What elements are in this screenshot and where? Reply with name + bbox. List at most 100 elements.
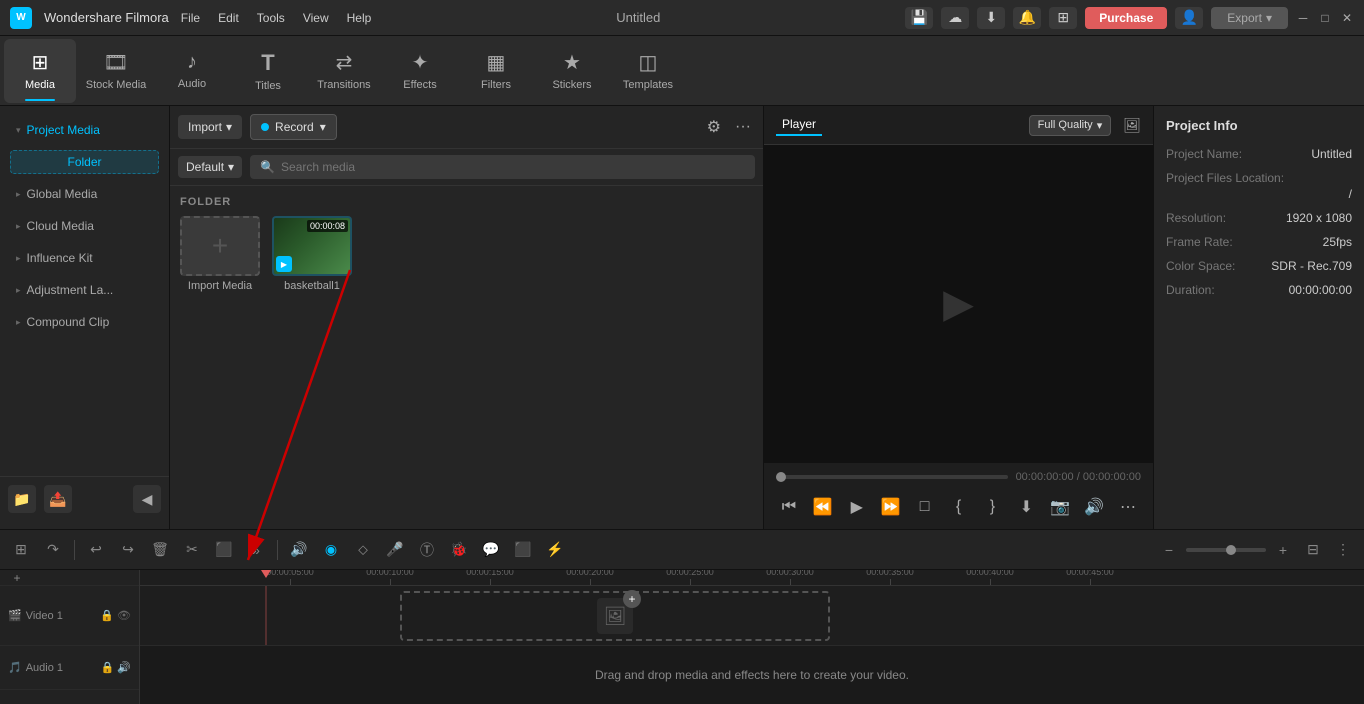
notification-icon-btn[interactable]: 🔔 <box>1013 7 1041 29</box>
tool-stickers[interactable]: ★ Stickers <box>536 39 608 103</box>
skip-back-button[interactable]: ⏮ <box>776 493 802 521</box>
zoom-slider[interactable] <box>1186 548 1266 552</box>
loop-button[interactable]: □ <box>912 493 938 521</box>
timeline-undo-btn[interactable]: ↩ <box>83 537 109 563</box>
search-input[interactable] <box>281 160 745 174</box>
timeline-voice-btn[interactable]: 🎤 <box>382 537 408 563</box>
tool-media[interactable]: ⊞ Media <box>4 39 76 103</box>
timeline-audio-btn[interactable]: 🔊 <box>286 537 312 563</box>
mark-in-button[interactable]: { <box>946 493 972 521</box>
download-icon-btn[interactable]: ⬇ <box>977 7 1005 29</box>
sidebar-collapse-button[interactable]: ◀ <box>133 485 161 513</box>
filter-icon-btn[interactable]: ⚙ <box>703 115 725 139</box>
timeline-crop-btn[interactable]: ⬛ <box>211 537 237 563</box>
tool-filters[interactable]: ▦ Filters <box>460 39 532 103</box>
export-button[interactable]: Export ▾ <box>1211 7 1288 29</box>
timeline-more-btn[interactable]: » <box>243 537 269 563</box>
timeline-effect-btn[interactable]: 🐞 <box>446 537 472 563</box>
timeline-speed-btn[interactable]: ⚡ <box>542 537 568 563</box>
timeline-cut-btn[interactable]: ✂ <box>179 537 205 563</box>
info-colorspace-value: SDR - Rec.709 <box>1271 259 1352 273</box>
tool-stock-media[interactable]: 🎞 Stock Media <box>80 39 152 103</box>
total-time: 00:00:00:00 <box>1083 471 1141 483</box>
zoom-in-btn[interactable]: + <box>1270 537 1296 563</box>
player-snapshot-icon[interactable]: 🖼 <box>1123 117 1141 134</box>
track-hide-btn[interactable]: 👁 <box>117 609 131 622</box>
mark-out-button[interactable]: } <box>979 493 1005 521</box>
snapshot-button[interactable]: 📷 <box>1047 493 1073 521</box>
import-label: Import <box>188 120 222 134</box>
timeline-delete-btn[interactable]: 🗑 <box>147 537 173 563</box>
timeline-keyframe-btn[interactable]: ◉ <box>318 537 344 563</box>
import-button[interactable]: Import ▾ <box>178 115 242 139</box>
info-resolution-value: 1920 x 1080 <box>1286 211 1352 225</box>
track-lock-btn[interactable]: 🔒 <box>100 609 114 622</box>
close-button[interactable]: ✕ <box>1340 11 1354 25</box>
minimize-button[interactable]: ─ <box>1296 11 1310 25</box>
account-icon-btn[interactable]: 👤 <box>1175 7 1203 29</box>
menu-view[interactable]: View <box>303 11 329 25</box>
search-box[interactable]: 🔍 <box>250 155 755 179</box>
timeline-ripple-btn[interactable]: ↷ <box>40 537 66 563</box>
record-button[interactable]: Record ▾ <box>250 114 337 140</box>
menu-tools[interactable]: Tools <box>257 11 285 25</box>
folder-import-button[interactable]: 📤 <box>44 485 72 513</box>
progress-bar[interactable] <box>776 475 1008 479</box>
menu-edit[interactable]: Edit <box>218 11 239 25</box>
info-name-value: Untitled <box>1311 147 1352 161</box>
default-select[interactable]: Default ▾ <box>178 156 242 178</box>
timeline-subtitle-btn[interactable]: 💬 <box>478 537 504 563</box>
player-tab[interactable]: Player <box>776 114 822 136</box>
timeline-split-btn[interactable]: ⬦ <box>350 537 376 563</box>
video-media-item[interactable]: 00:00:08 ▶ basketball1 <box>272 216 352 292</box>
add-track-btn[interactable]: + <box>8 570 26 587</box>
tool-audio[interactable]: ♪ Audio <box>156 39 228 103</box>
tool-effects[interactable]: ✦ Effects <box>384 39 456 103</box>
video-track-icon: 🎬 <box>8 609 22 622</box>
new-folder-button[interactable]: 📁 <box>8 485 36 513</box>
video-track-name: Video 1 <box>26 610 63 622</box>
sidebar-folder-btn[interactable]: Folder <box>10 150 159 174</box>
menu-file[interactable]: File <box>181 11 200 25</box>
zoom-out-btn[interactable]: − <box>1156 537 1182 563</box>
save-icon-btn[interactable]: 💾 <box>905 7 933 29</box>
add-to-timeline-button[interactable]: ⬇ <box>1013 493 1039 521</box>
timeline-snap-btn[interactable]: ⊞ <box>8 537 34 563</box>
sidebar-item-adjustment-layer[interactable]: ▸ Adjustment La... <box>4 275 165 305</box>
frame-forward-button[interactable]: ⏩ <box>878 493 904 521</box>
timeline-text-btn[interactable]: Ⓣ <box>414 537 440 563</box>
timeline-redo-btn[interactable]: ↪ <box>115 537 141 563</box>
audio-icon: ♪ <box>187 51 197 74</box>
audio-lock-btn[interactable]: 🔒 <box>101 661 115 674</box>
tool-titles[interactable]: T Titles <box>232 39 304 103</box>
audio-mute-btn[interactable]: 🔊 <box>117 661 131 674</box>
tool-transitions[interactable]: ⇄ Transitions <box>308 39 380 103</box>
timeline-pip-btn[interactable]: ⬛ <box>510 537 536 563</box>
menu-help[interactable]: Help <box>347 11 372 25</box>
sidebar-item-project-media[interactable]: ▾ Project Media <box>4 115 165 145</box>
timeline-settings-btn[interactable]: ⋮ <box>1330 537 1356 563</box>
audio-track-area: Drag and drop media and effects here to … <box>140 646 1364 690</box>
quality-select[interactable]: Full Quality ▾ <box>1029 115 1112 136</box>
tl-separator-2 <box>277 540 278 560</box>
audio-track-name: Audio 1 <box>26 662 63 674</box>
sidebar-item-global-media[interactable]: ▸ Global Media <box>4 179 165 209</box>
maximize-button[interactable]: □ <box>1318 11 1332 25</box>
play-button[interactable]: ▶ <box>844 493 870 521</box>
more-options-btn[interactable]: ··· <box>731 115 755 139</box>
video-track-area: 🖼 + <box>140 586 1364 646</box>
purchase-button[interactable]: Purchase <box>1085 7 1167 29</box>
more-ctrl-button[interactable]: ⋯ <box>1115 493 1141 521</box>
info-panel-title: Project Info <box>1166 118 1352 133</box>
cloud-icon-btn[interactable]: ☁ <box>941 7 969 29</box>
timeline-layout-btn[interactable]: ⊟ <box>1300 537 1326 563</box>
frame-back-button[interactable]: ⏪ <box>810 493 836 521</box>
import-media-item[interactable]: + Import Media <box>180 216 260 292</box>
volume-button[interactable]: 🔊 <box>1081 493 1107 521</box>
apps-icon-btn[interactable]: ⊞ <box>1049 7 1077 29</box>
sidebar-item-cloud-media[interactable]: ▸ Cloud Media <box>4 211 165 241</box>
tool-templates[interactable]: ◫ Templates <box>612 39 684 103</box>
player-panel: Player Full Quality ▾ 🖼 ▶ 00:00:00:00 / … <box>764 106 1154 529</box>
sidebar-item-compound-clip[interactable]: ▸ Compound Clip <box>4 307 165 337</box>
sidebar-item-influence-kit[interactable]: ▸ Influence Kit <box>4 243 165 273</box>
